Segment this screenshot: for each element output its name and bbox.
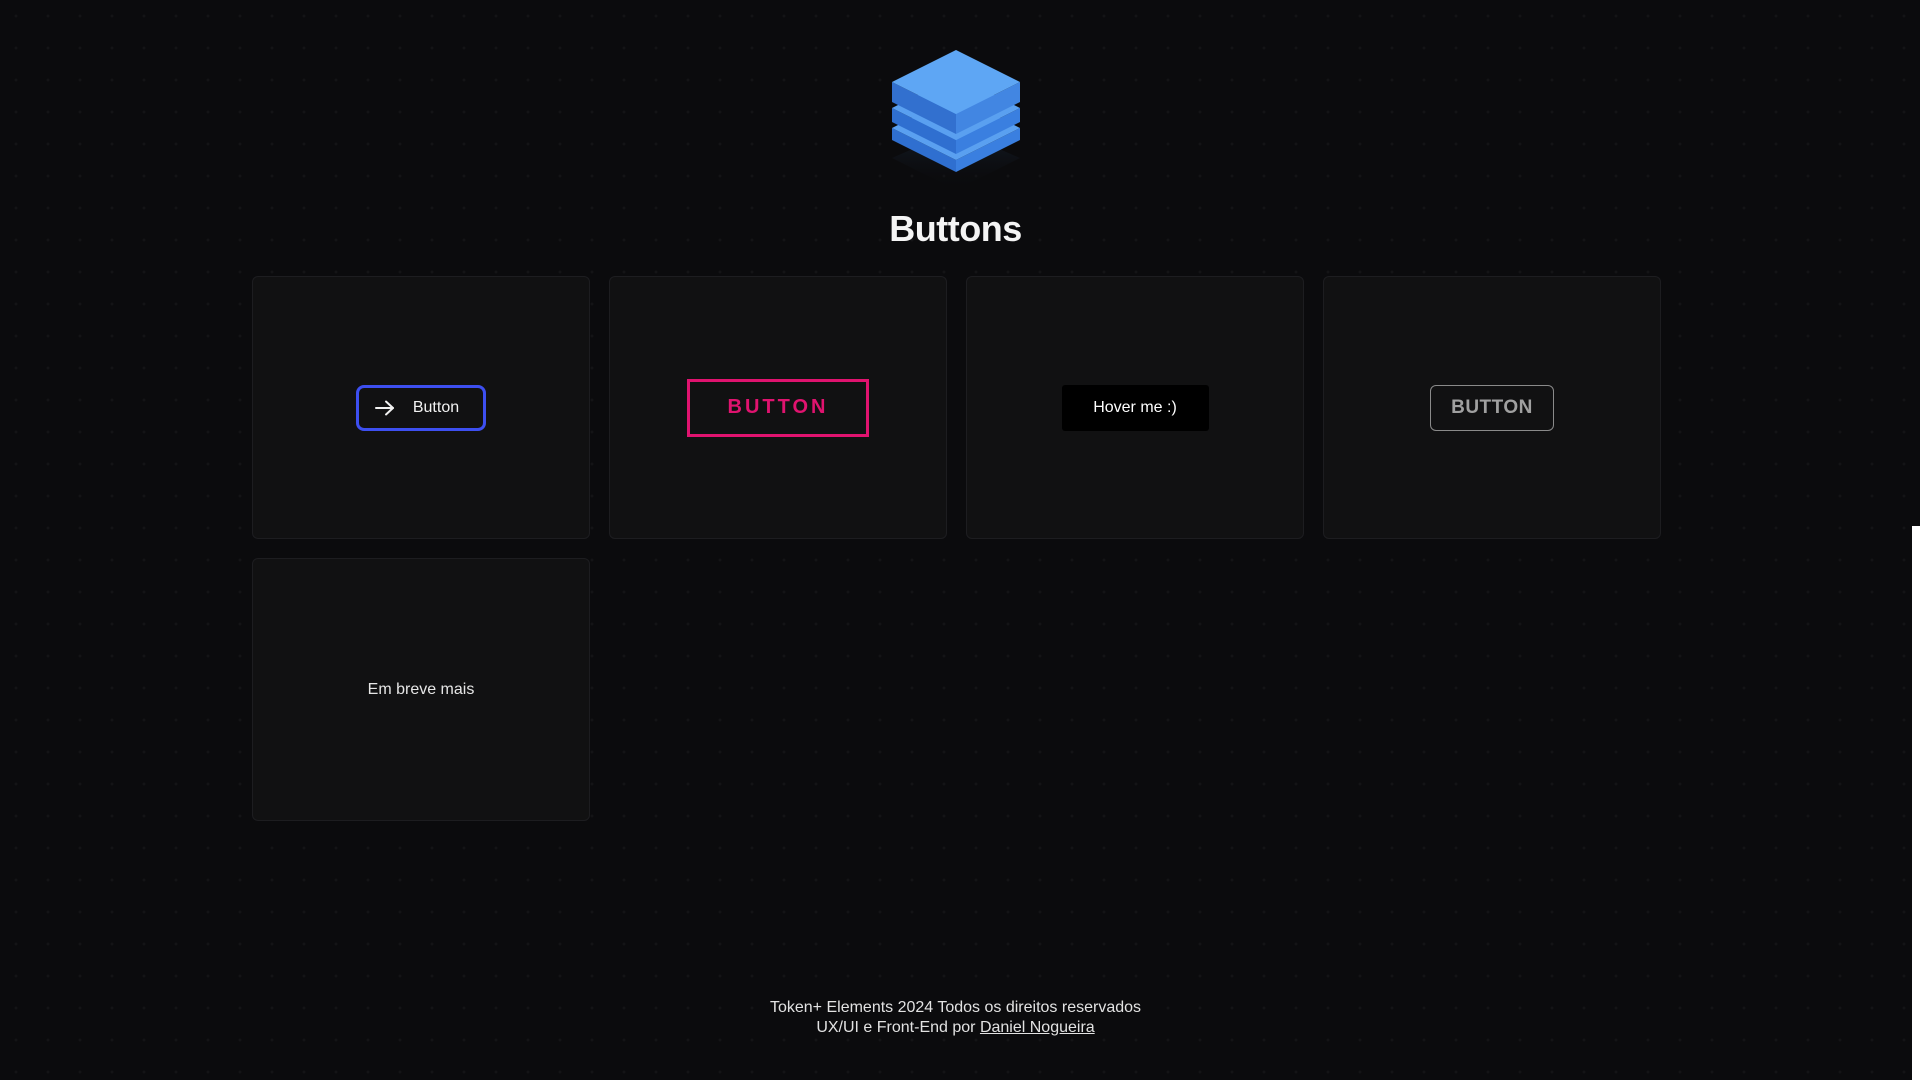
- buttons-grid: Button BUTTON Hover me :) BUTTON Em brev…: [252, 276, 1661, 821]
- scrollbar[interactable]: [1912, 526, 1920, 1080]
- pink-outline-button[interactable]: BUTTON: [687, 378, 869, 437]
- button-card: Button: [252, 276, 590, 539]
- footer: Token+ Elements 2024 Todos os direitos r…: [0, 998, 1911, 1038]
- arrow-button-label: Button: [412, 398, 460, 416]
- coming-soon-card: Em breve mais: [252, 558, 590, 821]
- button-card: BUTTON: [1323, 276, 1661, 539]
- button-card: BUTTON: [609, 276, 947, 539]
- coming-soon-text: Em breve mais: [367, 680, 475, 698]
- footer-copyright: Token+ Elements 2024 Todos os direitos r…: [769, 999, 1142, 1016]
- footer-credits-prefix: UX/UI e Front-End por: [816, 1019, 976, 1036]
- page-header: Buttons: [0, 50, 1911, 250]
- footer-credits: UX/UI e Front-End por Daniel Nogueira: [0, 1018, 1911, 1038]
- arrow-button[interactable]: Button: [355, 384, 487, 431]
- stacked-layers-cube-icon: [891, 50, 1020, 190]
- arrow-right-icon: [374, 400, 394, 415]
- page-title: Buttons: [889, 208, 1022, 249]
- hover-me-button[interactable]: Hover me :): [1061, 384, 1209, 431]
- button-card: Hover me :): [966, 276, 1304, 539]
- gray-outline-button[interactable]: BUTTON: [1430, 384, 1554, 431]
- author-link[interactable]: Daniel Nogueira: [980, 1019, 1095, 1036]
